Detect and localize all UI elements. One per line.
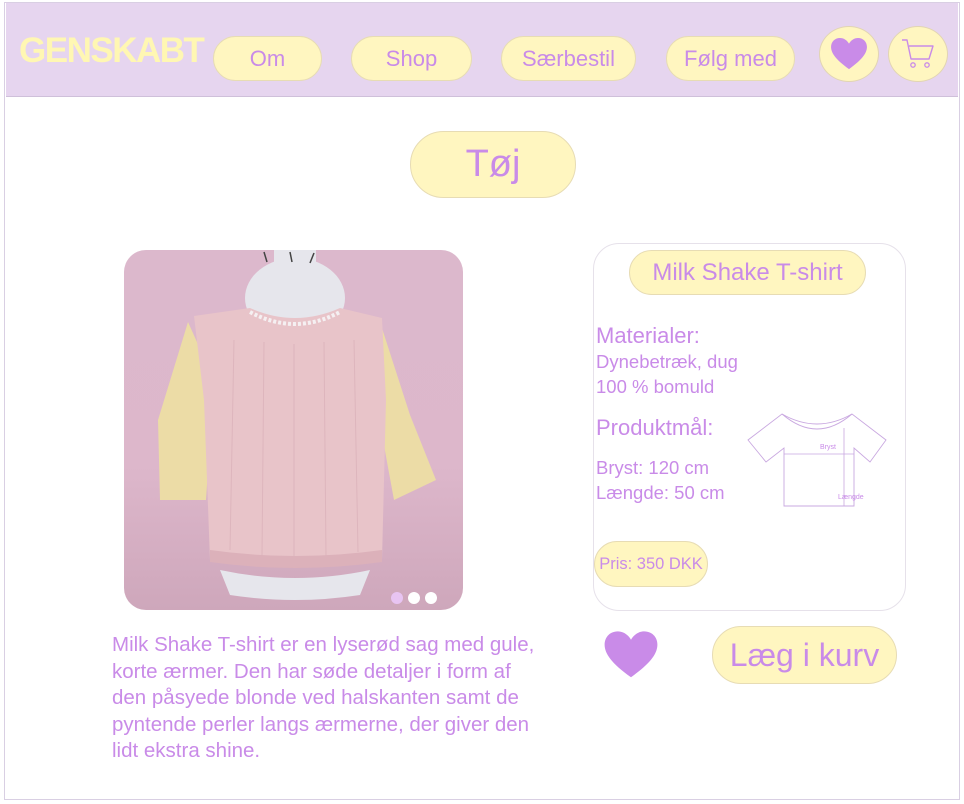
product-image[interactable] xyxy=(124,250,463,610)
nav-om[interactable]: Om xyxy=(213,36,322,81)
cart-icon xyxy=(902,39,934,68)
nav-saerbestil[interactable]: Særbestil xyxy=(501,36,636,81)
heart-icon xyxy=(831,37,867,70)
material-line: 100 % bomuld xyxy=(596,376,715,397)
material-line: Dynebetræk, dug xyxy=(596,351,738,372)
cart-button[interactable] xyxy=(888,26,948,82)
dimension-chest: Bryst: 120 cm xyxy=(596,457,710,478)
price-badge: Pris: 350 DKK xyxy=(594,541,708,587)
nav-shop[interactable]: Shop xyxy=(351,36,472,81)
carousel-dot[interactable] xyxy=(425,592,437,604)
size-diagram: Bryst Længde xyxy=(747,413,887,507)
dimensions-heading: Produktmål: xyxy=(596,415,714,440)
nav-folg-med[interactable]: Følg med xyxy=(666,36,795,81)
product-description: Milk Shake T-shirt er en lyserød sag med… xyxy=(112,633,535,762)
favorite-heart-icon[interactable] xyxy=(603,630,659,680)
carousel-dot[interactable] xyxy=(391,592,403,604)
carousel-dot[interactable] xyxy=(408,592,420,604)
logo[interactable]: GENSKABT xyxy=(19,31,205,71)
favorites-button[interactable] xyxy=(819,26,879,82)
category-title: Tøj xyxy=(410,131,576,198)
materials-heading: Materialer: xyxy=(596,323,700,348)
add-to-cart-button[interactable]: Læg i kurv xyxy=(712,626,897,684)
header: GENSKABT Om Shop Særbestil Følg med xyxy=(6,3,958,97)
product-photo xyxy=(158,250,436,600)
diagram-label-length: Længde xyxy=(838,494,864,501)
product-name: Milk Shake T-shirt xyxy=(629,250,866,295)
carousel-dots[interactable] xyxy=(391,592,437,604)
diagram-label-chest: Bryst xyxy=(820,444,836,451)
dimension-length: Længde: 50 cm xyxy=(596,482,725,503)
